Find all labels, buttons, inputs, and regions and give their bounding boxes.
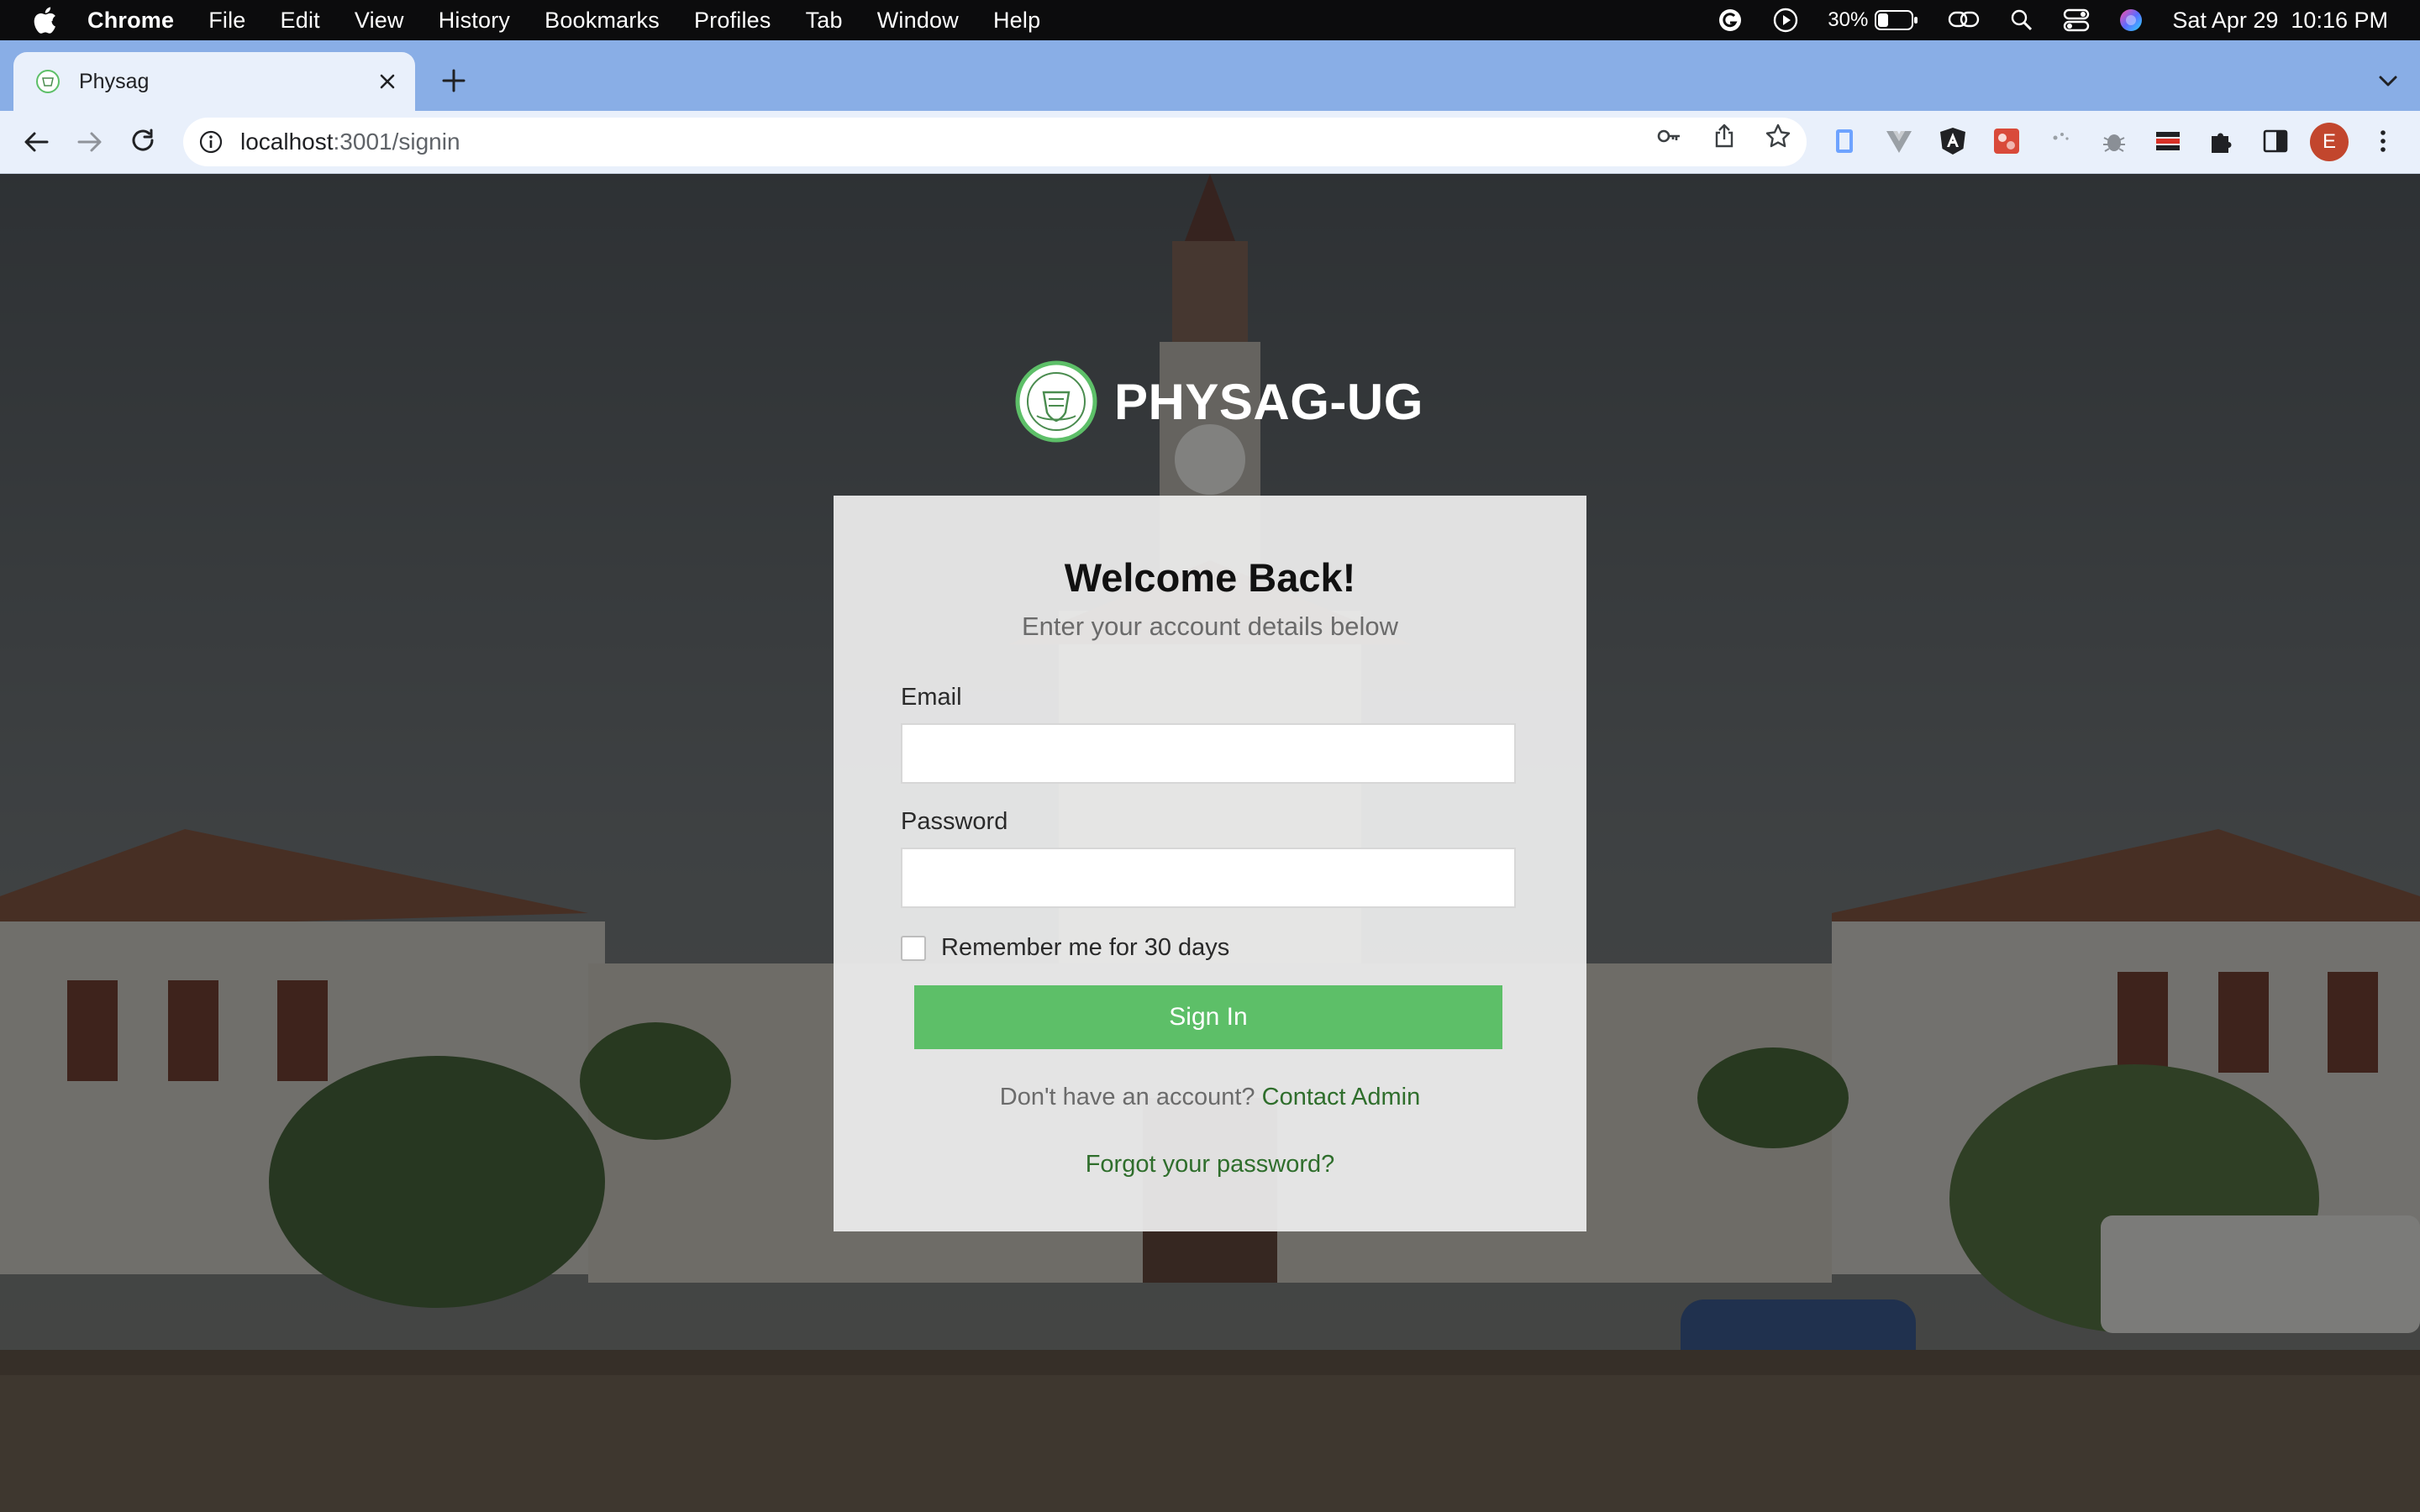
new-tab-plus-icon[interactable] xyxy=(437,64,471,97)
forgot-password-link[interactable]: Forgot your password? xyxy=(834,1151,1586,1179)
tab-strip: Physag xyxy=(0,40,2420,111)
extension-blue-page-icon[interactable] xyxy=(1830,126,1860,156)
menu-app-name[interactable]: Chrome xyxy=(87,8,174,34)
screen-mirror-icon[interactable] xyxy=(1947,8,1981,33)
profile-avatar[interactable]: E xyxy=(2310,123,2349,161)
tab-close-icon[interactable] xyxy=(375,69,400,94)
extension-angular-icon[interactable] xyxy=(1938,126,1968,156)
email-field[interactable] xyxy=(901,723,1516,784)
extension-vue-devtools-icon[interactable] xyxy=(1884,126,1914,156)
physag-logo-icon xyxy=(1015,360,1097,443)
email-label: Email xyxy=(901,684,962,711)
spotlight-search-icon[interactable] xyxy=(2009,8,2034,33)
play-circle-icon[interactable] xyxy=(1772,7,1799,34)
extension-stripes-icon[interactable] xyxy=(2153,126,2183,156)
menu-view[interactable]: View xyxy=(355,8,404,34)
extension-dots-icon[interactable] xyxy=(2045,126,2075,156)
sign-in-button[interactable]: Sign In xyxy=(914,985,1502,1049)
url-host: localhost xyxy=(240,129,334,155)
signin-page: PHYSAG-UG Welcome Back! Enter your accou… xyxy=(0,174,2420,1512)
tab-physag[interactable]: Physag xyxy=(13,52,415,111)
brand-name: PHYSAG-UG xyxy=(1114,373,1423,430)
password-key-icon[interactable] xyxy=(1655,123,1682,150)
share-icon[interactable] xyxy=(1711,123,1738,150)
remember-me-label[interactable]: Remember me for 30 days xyxy=(941,934,1229,962)
no-account-text: Don't have an account? xyxy=(999,1084,1255,1110)
welcome-subheading: Enter your account details below xyxy=(1021,612,1399,641)
menu-file[interactable]: File xyxy=(208,8,245,34)
address-url: localhost:3001/signin xyxy=(240,129,460,155)
battery-status[interactable]: 30% xyxy=(1828,8,1918,32)
bookmark-star-icon[interactable] xyxy=(1765,123,1791,150)
menu-history[interactable]: History xyxy=(439,8,510,34)
no-account-row: Don't have an account? Contact Admin xyxy=(834,1084,1586,1111)
grammarly-icon[interactable] xyxy=(1717,7,1744,34)
back-arrow-icon[interactable] xyxy=(20,126,52,158)
chrome-menu-kebab-icon[interactable] xyxy=(2368,126,2398,156)
password-label: Password xyxy=(901,808,1008,835)
url-path: :3001/signin xyxy=(333,129,460,155)
extensions-puzzle-icon[interactable] xyxy=(2207,126,2237,156)
menu-help[interactable]: Help xyxy=(993,8,1040,34)
forward-arrow-icon[interactable] xyxy=(74,126,106,158)
address-bar[interactable]: localhost:3001/signin xyxy=(183,118,1807,166)
menu-tab[interactable]: Tab xyxy=(806,8,843,34)
extension-bug-icon[interactable] xyxy=(2099,126,2129,156)
menu-bookmarks[interactable]: Bookmarks xyxy=(544,8,660,34)
password-field[interactable] xyxy=(901,848,1516,908)
physag-favicon-icon xyxy=(36,70,60,93)
battery-icon xyxy=(1875,10,1918,30)
macos-menu-bar: Chrome File Edit View History Bookmarks … xyxy=(0,0,2420,40)
tab-title: Physag xyxy=(79,69,150,93)
tab-search-chevron-icon[interactable] xyxy=(2375,67,2402,94)
battery-percent: 30% xyxy=(1828,8,1869,31)
reload-icon[interactable] xyxy=(128,126,160,158)
brand-header: PHYSAG-UG xyxy=(1015,360,1423,443)
site-info-icon[interactable] xyxy=(198,129,224,155)
remember-me-row: Remember me for 30 days xyxy=(901,934,1229,962)
siri-icon[interactable] xyxy=(2118,8,2144,33)
browser-toolbar: localhost:3001/signin E xyxy=(0,111,2420,174)
remember-me-checkbox[interactable] xyxy=(901,935,926,961)
menu-window[interactable]: Window xyxy=(877,8,959,34)
control-center-icon[interactable] xyxy=(2063,8,2090,33)
menubar-clock[interactable]: Sat Apr 29 10:16 PM xyxy=(2172,8,2388,34)
menu-profiles[interactable]: Profiles xyxy=(694,8,771,34)
extension-red-tool-icon[interactable] xyxy=(1991,126,2022,156)
menu-edit[interactable]: Edit xyxy=(281,8,320,34)
contact-admin-link[interactable]: Contact Admin xyxy=(1262,1084,1421,1110)
apple-logo-icon[interactable] xyxy=(32,6,57,34)
signin-card: Welcome Back! Enter your account details… xyxy=(834,496,1586,1231)
welcome-heading: Welcome Back! xyxy=(1064,555,1356,600)
side-panel-icon[interactable] xyxy=(2260,126,2291,156)
